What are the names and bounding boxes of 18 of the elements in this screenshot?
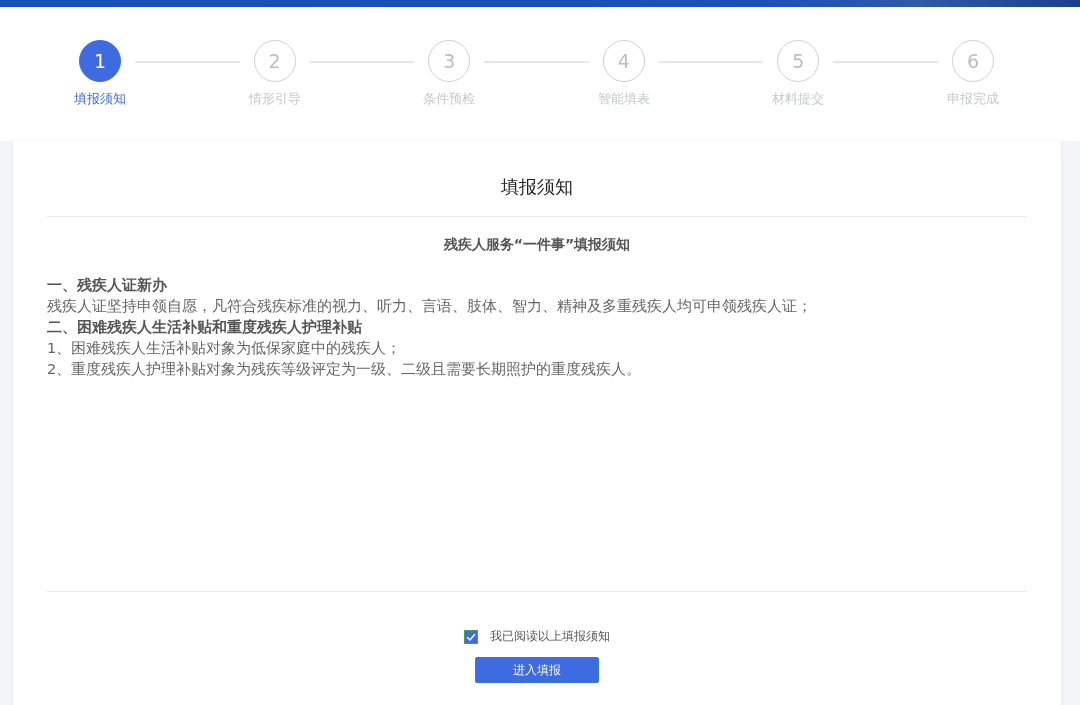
- notice-text: 1、困难残疾人生活补贴对象为低保家庭中的残疾人；: [47, 339, 403, 358]
- step-number: 6: [951, 40, 994, 82]
- step-number: 2: [253, 40, 296, 82]
- step-number: 4: [602, 40, 645, 82]
- step-number: 3: [428, 40, 471, 82]
- step-number: 1: [79, 40, 121, 82]
- agree-label: 我已阅读以上填报须知: [490, 629, 610, 644]
- notice-text: 2、重度残疾人护理补贴对象为残疾等级评定为一级、二级且需要长期照护的重度残疾人。: [47, 360, 643, 379]
- notice-text: 残疾人证坚持申领自愿，凡符合残疾标准的视力、听力、言语、肢体、智力、精神及多重残疾人均可申领残疾人证；: [47, 297, 813, 316]
- section-heading: 一、残疾人证新办: [47, 276, 168, 295]
- card-title: 填报须知: [47, 141, 1027, 217]
- agree-checkbox[interactable]: [464, 629, 478, 644]
- step-number: 5: [777, 40, 820, 82]
- step-label: 条件预检: [423, 90, 476, 108]
- notice-title: 残疾人服务“一件事”填报须知: [442, 236, 632, 254]
- enter-button[interactable]: 进入填报: [475, 657, 599, 683]
- step-label: 填报须知: [74, 90, 126, 108]
- section-heading: 二、困难残疾人生活补贴和重度残疾人护理补贴: [47, 318, 363, 337]
